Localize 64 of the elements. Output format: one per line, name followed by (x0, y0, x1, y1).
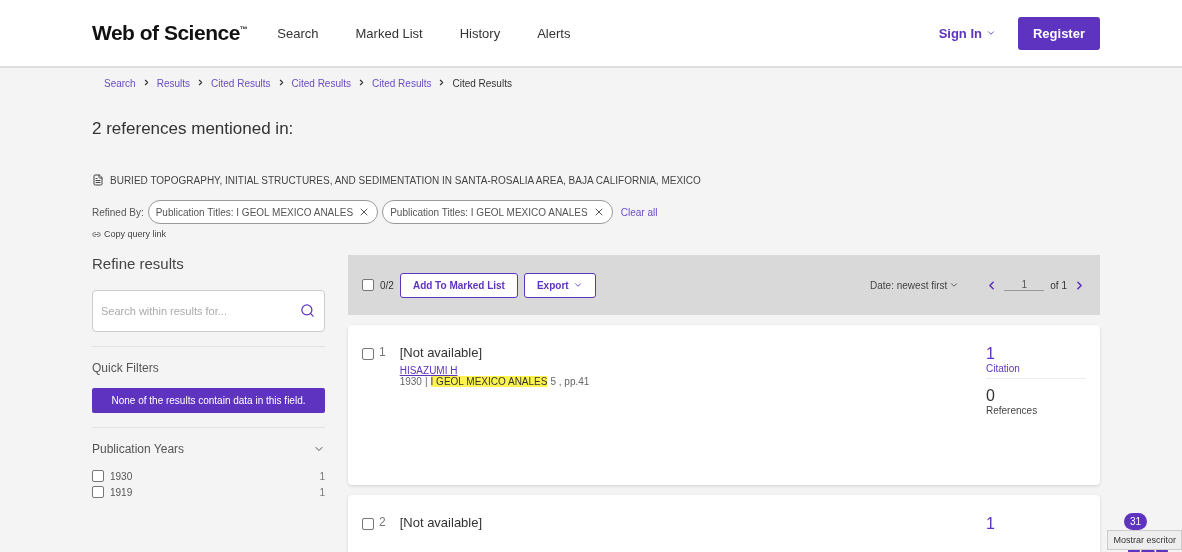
sidebar-title: Refine results (92, 255, 185, 272)
search-field[interactable]: Search within results for... (92, 290, 325, 332)
logo[interactable]: Web of Science$^{™}$ (92, 21, 248, 45)
document-title: BURIED TOPOGRAPHY, INITIAL STRUCTURES, AND SEDIMENTATION IN SANTA-ROSALIA AREA, BAJA CALIFORNIA, MEXICO (110, 174, 701, 186)
search-icon[interactable] (300, 303, 315, 318)
author-link[interactable]: HISAZUMI H (399, 365, 458, 376)
year-label: 1930 (110, 470, 133, 482)
checkbox[interactable] (362, 348, 374, 360)
clear-all-link[interactable]: Clear all (620, 206, 658, 218)
checkbox[interactable] (92, 470, 104, 482)
breadcrumb-link[interactable]: Cited Results (211, 78, 271, 89)
record-title: [Not available] (399, 515, 484, 530)
register-button[interactable]: Register (1017, 16, 1100, 50)
year-label: 1919 (110, 486, 133, 498)
record-number: 1 (379, 345, 386, 361)
checkbox[interactable] (362, 518, 374, 530)
copy-query-link[interactable]: Copy query link (92, 229, 1100, 239)
chevron-down-icon[interactable] (949, 280, 960, 290)
export-button[interactable]: Export (523, 272, 596, 298)
citation-label[interactable]: Citation (986, 363, 1086, 374)
page-heading: 2 references mentioned in: (92, 119, 295, 139)
references-label: References (986, 405, 1039, 416)
volume-pages: 5 , pp.41 (550, 376, 590, 387)
nav-link[interactable]: Search (277, 25, 319, 41)
reference-count: 0 (986, 387, 996, 405)
tooltip: Mostrar escritor (1107, 530, 1182, 550)
selection-count: 0/2 (380, 279, 394, 291)
separator-text: | (424, 376, 428, 387)
checkbox[interactable] (92, 486, 104, 498)
section-title: Quick Filters (92, 361, 160, 375)
chevron-down-icon[interactable] (985, 28, 996, 38)
refined-by-label: Refined By: (92, 206, 144, 218)
notification-badge: 31 (1123, 513, 1147, 530)
breadcrumb-link[interactable]: Search (104, 78, 136, 89)
breadcrumb-link[interactable]: Cited Results (372, 78, 432, 89)
link-icon[interactable] (92, 229, 101, 239)
filter-chip[interactable]: Publication Titles: I GEOL MEXICO ANALES (382, 200, 613, 224)
year-count: 1 (319, 486, 325, 498)
document-icon (92, 174, 104, 186)
source-title: I GEOL MEXICO ANALES (430, 376, 548, 387)
nav-link[interactable]: Alerts (537, 25, 571, 41)
year-count: 1 (319, 470, 325, 482)
breadcrumb-link[interactable]: Cited Results (291, 78, 351, 89)
nav-link[interactable]: Marked List (355, 25, 423, 41)
page-total: of 1 (1050, 279, 1067, 291)
page-input[interactable]: 1 (1004, 279, 1045, 291)
chevron-down-icon[interactable] (572, 280, 583, 290)
breadcrumb-link[interactable]: Results (156, 78, 191, 89)
add-to-marked-list-button[interactable]: Add To Marked List (399, 272, 518, 298)
filter-chip[interactable]: Publication Titles: I GEOL MEXICO ANALES (147, 200, 379, 224)
record-title: [Not available] (399, 345, 484, 360)
breadcrumb-current[interactable]: Cited Results (452, 78, 512, 89)
section-title: Publication Years (92, 442, 185, 456)
chip-label: Publication Titles: I GEOL MEXICO ANALES (390, 206, 588, 218)
citation-count[interactable]: 1 (986, 345, 1086, 363)
nav-link[interactable]: History (459, 25, 501, 41)
checkbox[interactable] (362, 279, 374, 291)
citation-count[interactable]: 1 (986, 515, 1086, 533)
record-number: 2 (379, 515, 386, 531)
sort-dropdown[interactable]: Date: newest first (864, 278, 966, 292)
notice-banner: None of the results contain data in this field. (92, 388, 325, 413)
year-text: 1930 (399, 376, 422, 387)
sign-in-button[interactable]: Sign In (932, 24, 1002, 42)
chip-label: Publication Titles: I GEOL MEXICO ANALES (155, 206, 354, 218)
